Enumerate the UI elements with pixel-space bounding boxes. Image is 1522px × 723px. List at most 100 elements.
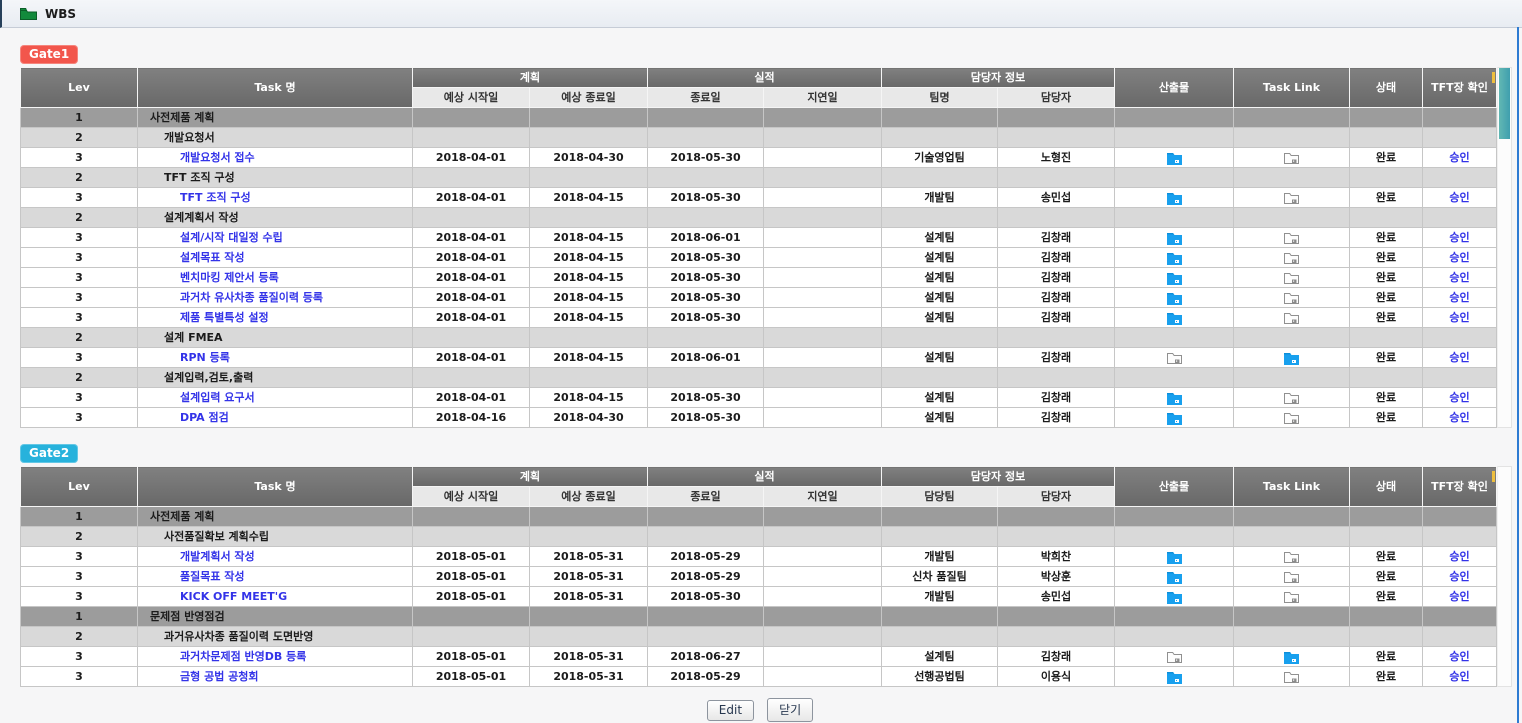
deliverable-cell [1115,627,1234,647]
approve-link[interactable]: 승인 [1449,191,1469,204]
plan-start-cell [413,128,530,148]
task-name-link[interactable]: 금형 공법 공청회 [180,670,259,683]
tft-confirm-cell: 승인 [1423,547,1497,567]
blue-folder-icon[interactable] [1167,152,1182,165]
task-row: 2TFT 조직 구성 [21,168,1497,188]
approve-link[interactable]: 승인 [1449,271,1469,284]
blue-folder-icon[interactable] [1167,551,1182,564]
gray-folder-icon[interactable] [1284,551,1299,564]
team-cell: 신차 품질팀 [882,567,998,587]
gray-folder-icon[interactable] [1284,571,1299,584]
approve-link[interactable]: 승인 [1449,570,1469,583]
task-name-link[interactable]: KICK OFF MEET'G [180,590,287,603]
person-cell [998,208,1115,228]
close-button[interactable]: 닫기 [767,698,813,722]
wbs-table-gate1: LevTask 명계획실적담당자 정보산출물Task Link상태TFT장 확인… [20,67,1497,428]
gray-folder-icon[interactable] [1284,591,1299,604]
deliverable-cell [1115,248,1234,268]
approve-link[interactable]: 승인 [1449,351,1469,364]
task-name-cell: 금형 공법 공청회 [138,667,413,687]
approve-link[interactable]: 승인 [1449,590,1469,603]
gray-folder-icon[interactable] [1284,292,1299,305]
gray-folder-icon[interactable] [1167,651,1182,664]
task-name-link[interactable]: 설계입력 요구서 [180,391,255,404]
task-link-cell [1234,587,1350,607]
green-folder-icon [20,8,37,20]
blue-folder-icon[interactable] [1167,412,1182,425]
approve-link[interactable]: 승인 [1449,411,1469,424]
actual-end-cell [648,328,764,348]
task-name-link[interactable]: 벤치마킹 제안서 등록 [180,271,279,284]
approve-link[interactable]: 승인 [1449,311,1469,324]
approve-link[interactable]: 승인 [1449,151,1469,164]
approve-link[interactable]: 승인 [1449,670,1469,683]
edit-button[interactable]: Edit [707,700,754,721]
status-cell [1350,527,1423,547]
approve-link[interactable]: 승인 [1449,231,1469,244]
actual-end-cell: 2018-05-30 [648,188,764,208]
task-name-link[interactable]: 과거차문제점 반영DB 등록 [180,650,306,663]
task-link-cell [1234,188,1350,208]
gray-folder-icon[interactable] [1284,192,1299,205]
clipped-icon [1492,72,1495,83]
approve-link[interactable]: 승인 [1449,391,1469,404]
blue-folder-icon[interactable] [1167,252,1182,265]
team-cell: 설계팀 [882,268,998,288]
table-scrollbar[interactable] [1497,466,1512,687]
tft-confirm-cell: 승인 [1423,667,1497,687]
task-name-link[interactable]: 과거차 유사차종 품질이력 등록 [180,291,323,304]
task-name-link[interactable]: 설계/시작 대일정 수립 [180,231,283,244]
task-name-link[interactable]: DPA 점검 [180,411,229,424]
col-group-owner-info: 담당자 정보 [882,467,1115,487]
team-cell: 개발팀 [882,587,998,607]
scrollbar-thumb[interactable] [1499,68,1510,139]
task-name-link[interactable]: TFT 조직 구성 [180,191,251,204]
approve-link[interactable]: 승인 [1449,550,1469,563]
gray-folder-icon[interactable] [1284,232,1299,245]
task-name-cell: 품질목표 작성 [138,567,413,587]
person-cell [998,108,1115,128]
task-name-link[interactable]: 개발계획서 작성 [180,550,255,563]
gray-folder-icon[interactable] [1284,152,1299,165]
table-scrollbar[interactable] [1497,67,1512,428]
blue-folder-icon[interactable] [1167,571,1182,584]
plan-end-cell: 2018-05-31 [530,647,648,667]
task-row: 2설계계획서 작성 [21,208,1497,228]
blue-folder-icon[interactable] [1167,312,1182,325]
blue-folder-icon[interactable] [1284,352,1299,365]
approve-link[interactable]: 승인 [1449,650,1469,663]
gray-folder-icon[interactable] [1284,252,1299,265]
delay-cell [764,188,882,208]
gray-folder-icon[interactable] [1284,671,1299,684]
col-header-team: 팀명 [882,88,998,108]
delay-cell [764,148,882,168]
gray-folder-icon[interactable] [1284,412,1299,425]
task-row: 3TFT 조직 구성2018-04-012018-04-152018-05-30… [21,188,1497,208]
gray-folder-icon[interactable] [1167,352,1182,365]
blue-folder-icon[interactable] [1284,651,1299,664]
task-name-link[interactable]: 품질목표 작성 [180,570,245,583]
task-link-cell [1234,408,1350,428]
blue-folder-icon[interactable] [1167,392,1182,405]
blue-folder-icon[interactable] [1167,192,1182,205]
page-title: WBS [45,7,76,21]
approve-link[interactable]: 승인 [1449,291,1469,304]
gray-folder-icon[interactable] [1284,272,1299,285]
task-name-link[interactable]: 설계목표 작성 [180,251,245,264]
task-name-link[interactable]: 제품 특별특성 설정 [180,311,269,324]
delay-cell [764,547,882,567]
blue-folder-icon[interactable] [1167,292,1182,305]
gray-folder-icon[interactable] [1284,312,1299,325]
blue-folder-icon[interactable] [1167,671,1182,684]
gray-folder-icon[interactable] [1284,392,1299,405]
blue-folder-icon[interactable] [1167,591,1182,604]
deliverable-cell [1115,587,1234,607]
task-name-link[interactable]: 개발요청서 접수 [180,151,255,164]
status-cell: 완료 [1350,148,1423,168]
deliverable-cell [1115,507,1234,527]
blue-folder-icon[interactable] [1167,272,1182,285]
blue-folder-icon[interactable] [1167,232,1182,245]
task-name-link[interactable]: RPN 등록 [180,351,230,364]
approve-link[interactable]: 승인 [1449,251,1469,264]
delay-cell [764,288,882,308]
